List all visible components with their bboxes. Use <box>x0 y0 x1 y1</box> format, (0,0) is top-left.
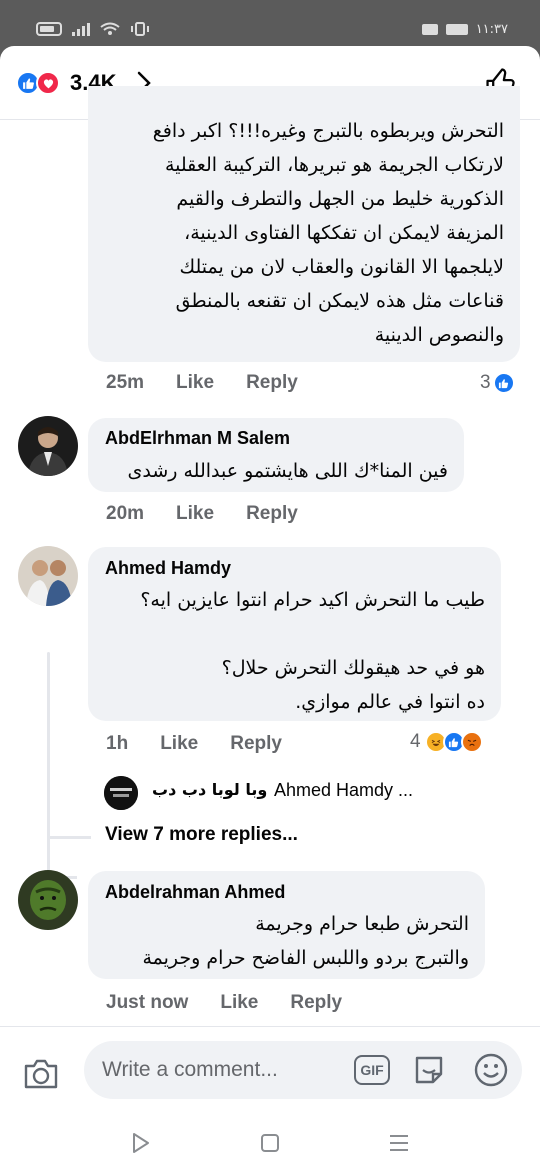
comment-line: طيب ما التحرش اكيد حرام انتوا عايزين ايه… <box>140 589 485 611</box>
app-icon <box>445 24 468 35</box>
signal-icon <box>72 22 90 36</box>
comment-bubble[interactable]: Ahmed Hamdy طيب ما التحرش اكيد حرام انتو… <box>88 547 501 721</box>
like-button[interactable]: Like <box>160 733 198 755</box>
thread-line <box>47 836 91 839</box>
like-reaction-icon <box>492 372 515 394</box>
reaction-icons[interactable] <box>16 71 60 95</box>
comment-input-placeholder: Write a comment... <box>102 1058 278 1081</box>
reply-button[interactable]: Reply <box>246 372 298 394</box>
camera-icon[interactable] <box>22 1057 60 1091</box>
avatar[interactable] <box>18 870 78 930</box>
comment-bubble[interactable]: التحرش ويربطوه بالتبرج وغيره!!!؟ اكبر دا… <box>88 86 520 362</box>
battery-icon <box>36 22 62 36</box>
comment-actions: 20m Like Reply <box>106 503 328 525</box>
comment-line: ده انتوا في عالم موازي. <box>295 691 485 713</box>
vibrate-icon <box>131 22 149 36</box>
gif-button[interactable]: GIF <box>354 1055 390 1085</box>
comment-line: لايلجمها الا القانون والعقاب لان من يمتل… <box>179 256 504 278</box>
reply-avatar <box>104 776 138 810</box>
comment-composer: Write a comment... GIF <box>0 1026 540 1124</box>
avatar[interactable] <box>18 546 78 606</box>
love-reaction-icon <box>36 71 60 95</box>
angry-reaction-icon <box>460 731 483 753</box>
comment-input[interactable]: Write a comment... GIF <box>84 1041 522 1099</box>
like-button[interactable]: Like <box>220 992 258 1014</box>
like-button[interactable]: Like <box>176 372 214 394</box>
comments-sheet: 3.4K التحرش ويربطوه بالتبرج وغيره!!!؟ اك… <box>0 46 540 1170</box>
status-bar: ١١:٣٧ <box>0 0 540 46</box>
reply-button[interactable]: Reply <box>230 733 282 755</box>
comment-line: التحرش ويربطوه بالتبرج وغيره!!!؟ اكبر دا… <box>152 120 504 142</box>
system-nav-bar <box>0 1124 540 1170</box>
back-icon[interactable] <box>130 1132 152 1154</box>
comment-text: التحرش ويربطوه بالتبرج وغيره!!!؟ اكبر دا… <box>94 114 504 352</box>
comment-line: قناعات مثل هذه لايمكن ان تقنعه بالمنطق <box>175 290 504 312</box>
comment-text: التحرش طبعا حرام وجريمة والتبرج بردو وال… <box>94 907 469 975</box>
comment-line: هو في حد هيقولك التحرش حلال؟ <box>221 657 485 679</box>
comment-line: المزيفة لايمكن ان تفككها الفتاوى الدينية… <box>184 222 504 244</box>
sticker-icon[interactable] <box>412 1053 446 1087</box>
reaction-count: 4 <box>410 731 421 752</box>
reply-preview[interactable]: وبا لوبا دب دب Ahmed Hamdy ... <box>104 776 524 810</box>
comment-line: فين المنا*ك اللى هايشتمو عبدالله رشدى <box>127 460 448 482</box>
comment-actions: Just now Like Reply <box>106 992 372 1014</box>
emoji-icon[interactable] <box>473 1052 509 1088</box>
comment-author[interactable]: AbdElrhman M Salem <box>105 428 290 449</box>
wifi-icon <box>100 22 120 35</box>
comment-reactions[interactable]: 3 <box>480 372 515 394</box>
comment-time: 20m <box>106 503 145 524</box>
comment-line <box>95 617 485 651</box>
home-icon[interactable] <box>260 1133 280 1153</box>
comment-author[interactable]: Ahmed Hamdy <box>105 558 231 579</box>
thread-line <box>47 652 50 878</box>
comment-bubble[interactable]: AbdElrhman M Salem فين المنا*ك اللى هايش… <box>88 418 464 492</box>
reply-author[interactable]: وبا لوبا دب دب <box>152 780 267 799</box>
comment-text: فين المنا*ك اللى هايشتمو عبدالله رشدى <box>98 454 448 488</box>
comment-line: لارتكاب الجريمة هو تبريرها، التركيبة الع… <box>164 154 504 176</box>
status-time: ١١:٣٧ <box>475 22 508 37</box>
comment-time: 1h <box>106 733 129 754</box>
notification-icon <box>421 24 438 35</box>
status-right: ١١:٣٧ <box>421 22 508 37</box>
reply-button[interactable]: Reply <box>290 992 342 1014</box>
view-more-replies[interactable]: View 7 more replies... <box>105 824 298 846</box>
comment-line: والتبرج بردو واللبس الفاضح حرام وجريمة <box>142 947 469 969</box>
comment-actions: 25m Like Reply <box>106 372 328 394</box>
comment-time: Just now <box>106 992 189 1013</box>
reply-text: Ahmed Hamdy ... <box>274 780 414 800</box>
comment-line: التحرش طبعا حرام وجريمة <box>255 913 469 935</box>
comment-text: طيب ما التحرش اكيد حرام انتوا عايزين ايه… <box>95 583 485 719</box>
comment-author[interactable]: Abdelrahman Ahmed <box>105 882 285 903</box>
comment-line: والنصوص الدينية <box>374 324 504 346</box>
reaction-count: 3 <box>480 372 491 393</box>
comment-actions: 1h Like Reply <box>106 733 312 755</box>
reply-button[interactable]: Reply <box>246 503 298 525</box>
menu-icon[interactable] <box>388 1133 410 1153</box>
comment-line: الذكورية خليط من الجهل والتطرف والقيم <box>176 188 504 210</box>
status-left-icons <box>36 22 150 36</box>
comment-time: 25m <box>106 372 145 393</box>
like-button[interactable]: Like <box>176 503 214 525</box>
avatar[interactable] <box>18 416 78 476</box>
comment-reactions[interactable]: 4 <box>410 731 483 753</box>
comment-bubble[interactable]: Abdelrahman Ahmed التحرش طبعا حرام وجريم… <box>88 871 485 979</box>
